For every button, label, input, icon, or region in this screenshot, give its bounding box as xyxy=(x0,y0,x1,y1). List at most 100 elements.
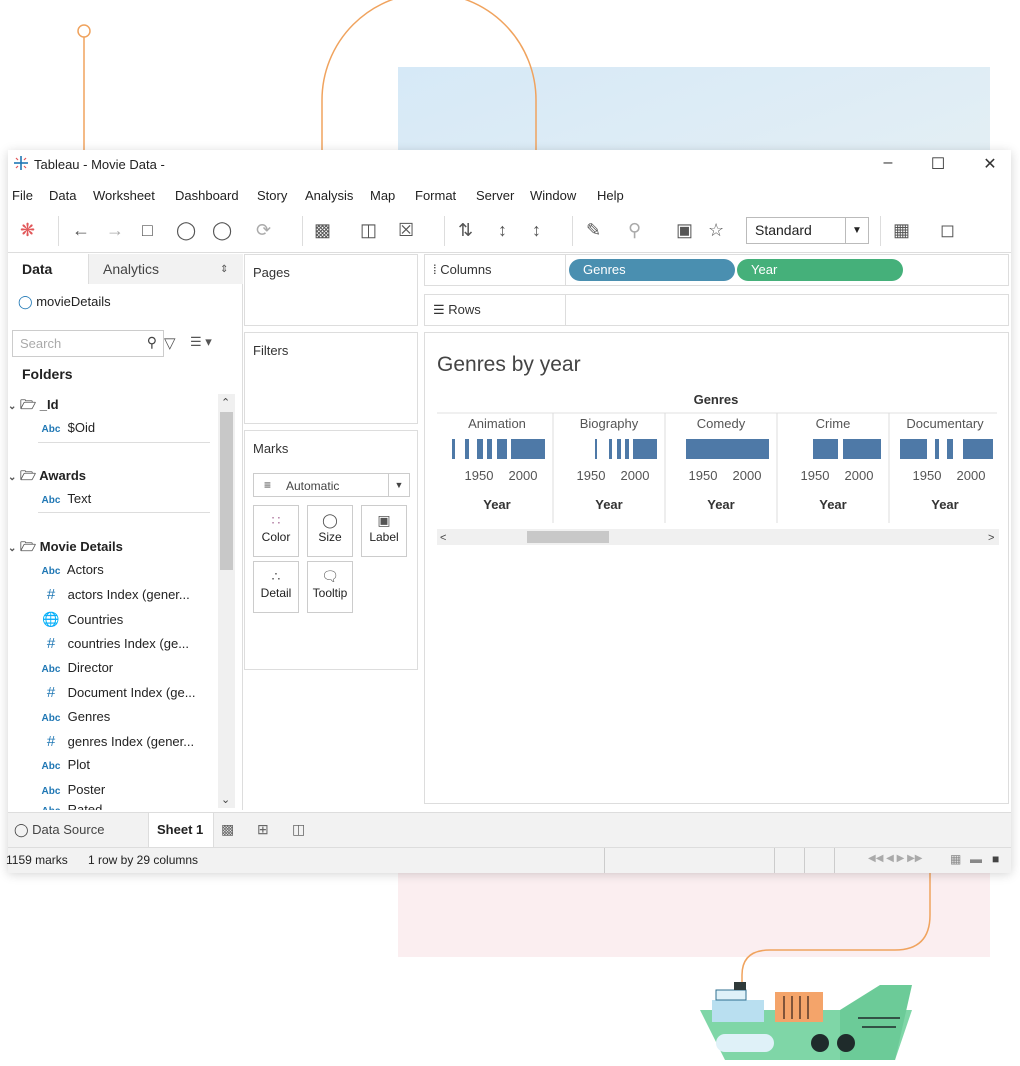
tableau-home-icon[interactable]: ❋ xyxy=(20,220,35,241)
field-countries[interactable]: 🌐 Countries xyxy=(38,611,123,628)
sheet-tab[interactable]: Sheet 1 xyxy=(148,813,214,847)
folders-heading: Folders xyxy=(22,366,73,382)
field-actors[interactable]: Abc Actors xyxy=(38,562,104,577)
view-options-icon[interactable]: ☰ ▾ xyxy=(190,334,212,350)
year-axis-label: Year xyxy=(819,497,846,512)
fit-dropdown-value: Standard xyxy=(755,222,812,238)
search-icon: ⚲ xyxy=(146,334,157,350)
filters-card[interactable]: Filters xyxy=(244,332,418,424)
pages-card[interactable]: Pages xyxy=(244,254,418,326)
pin-icon[interactable]: ☆ xyxy=(708,220,724,241)
rows-shelf-label: ☰ Rows xyxy=(433,302,481,318)
year-axis-label: Year xyxy=(595,497,622,512)
mark-type-dropdown[interactable]: ≡ Automatic ▼ xyxy=(253,473,410,497)
field-genres[interactable]: Abc Genres xyxy=(38,709,111,724)
grid-view-icon[interactable]: ▦ xyxy=(950,852,961,866)
axis-tick-label: 2000 xyxy=(621,468,650,483)
save-icon[interactable]: □ xyxy=(142,220,153,241)
show-labels-icon[interactable]: ▣ xyxy=(676,220,693,241)
sort-menu-icon[interactable]: ⇕ xyxy=(220,264,228,275)
scroll-down-icon[interactable]: ⌄ xyxy=(221,793,230,806)
field-poster[interactable]: Abc Poster xyxy=(38,782,106,797)
tabs-view-icon[interactable]: ■ xyxy=(992,852,999,866)
filmstrip-view-icon[interactable]: ▬ xyxy=(970,852,982,866)
new-data-source-icon[interactable]: ◯ xyxy=(176,220,196,241)
year-bar xyxy=(452,439,455,459)
size-button[interactable]: ◯ Size xyxy=(307,505,353,557)
year-bar xyxy=(477,439,483,459)
menu-help[interactable]: Help xyxy=(597,188,624,203)
year-bar xyxy=(511,439,545,459)
folder-awards[interactable]: ⌄ 🗁 Awards xyxy=(8,467,86,489)
field-genres-index[interactable]: # genres Index (gener... xyxy=(38,733,194,750)
new-worksheet-icon[interactable]: ▩ xyxy=(221,821,234,838)
clear-sheet-icon[interactable]: ☒ xyxy=(398,220,414,241)
genre-column-label: Biography xyxy=(580,416,639,431)
menu-data[interactable]: Data xyxy=(49,188,76,203)
maximize-icon[interactable]: ☐ xyxy=(923,154,953,174)
scrollbar-thumb[interactable] xyxy=(220,412,233,570)
genres-by-year-chart[interactable]: Genres Animation 1950 2000 Year Biography 1950… xyxy=(425,383,1008,583)
sort-ascending-icon[interactable]: ↕ xyxy=(498,220,507,241)
menu-window[interactable]: Window xyxy=(530,188,576,203)
field-text[interactable]: Abc Text xyxy=(38,491,92,506)
label-button[interactable]: ▣ Label xyxy=(361,505,407,557)
close-icon[interactable]: ✕ xyxy=(975,154,1005,174)
field-countries-index[interactable]: # countries Index (ge... xyxy=(38,635,189,652)
field-plot[interactable]: Abc Plot xyxy=(38,757,90,772)
new-worksheet-icon[interactable]: ▩ xyxy=(314,220,331,241)
forward-icon[interactable]: → xyxy=(106,220,124,241)
axis-tick-label: 1950 xyxy=(465,468,494,483)
sort-descending-icon[interactable]: ↕ xyxy=(532,220,541,241)
highlight-icon[interactable]: ✎ xyxy=(586,220,601,241)
data-pane-scrollbar[interactable]: ⌃ ⌄ xyxy=(218,394,235,808)
field-director[interactable]: Abc Director xyxy=(38,660,114,675)
color-button[interactable]: ∷ Color xyxy=(253,505,299,557)
presentation-mode-icon[interactable]: ◻ xyxy=(940,220,955,241)
show-me-icon[interactable]: ▦ xyxy=(893,220,910,241)
toolbar: ❋ ← → □ ◯ ◯ ⟳ ▩ ◫ ☒ ⇅ ↕ ↕ ✎ ⚲ ▣ ☆ Standa… xyxy=(8,210,1011,253)
menu-server[interactable]: Server xyxy=(476,188,514,203)
minimize-icon[interactable]: – xyxy=(873,154,903,172)
axis-tick-label: 1950 xyxy=(913,468,942,483)
sheet-navigation-icon[interactable]: ◀◀ ◀ ▶ ▶▶ xyxy=(868,853,922,864)
tab-data[interactable]: Data xyxy=(22,261,52,277)
scroll-up-icon[interactable]: ⌃ xyxy=(221,396,230,409)
field-rated[interactable]: Abc Rated xyxy=(38,802,103,810)
field-document-index[interactable]: # Document Index (ge... xyxy=(38,684,196,701)
fit-dropdown[interactable]: Standard ▼ xyxy=(746,217,869,244)
filter-icon[interactable]: ▽ xyxy=(164,334,176,352)
data-source-item[interactable]: ◯ movieDetails xyxy=(18,294,111,310)
mark-type-icon: ≡ xyxy=(264,478,272,492)
menu-story[interactable]: Story xyxy=(257,188,287,203)
menu-format[interactable]: Format xyxy=(415,188,456,203)
size-label: Size xyxy=(318,530,342,544)
globe-icon: 🌐 xyxy=(42,611,60,627)
folder-id[interactable]: ⌄ 🗁 _Id xyxy=(8,396,59,418)
group-members-icon[interactable]: ⚲ xyxy=(628,220,641,241)
folder-movie-details[interactable]: ⌄ 🗁 Movie Details xyxy=(8,538,123,560)
menu-file[interactable]: File xyxy=(12,188,33,203)
field-oid[interactable]: Abc $Oid xyxy=(38,420,96,435)
back-icon[interactable]: ← xyxy=(72,220,90,241)
field-actors-index[interactable]: # actors Index (gener... xyxy=(38,586,190,603)
refresh-icon[interactable]: ⟳ xyxy=(256,220,271,241)
tooltip-button[interactable]: 🗨 Tooltip xyxy=(307,561,353,613)
new-dashboard-icon[interactable]: ⊞ xyxy=(257,821,269,838)
menu-analysis[interactable]: Analysis xyxy=(305,188,353,203)
search-input[interactable]: Search ⚲ xyxy=(12,330,164,357)
pause-updates-icon[interactable]: ◯ xyxy=(212,220,232,241)
duplicate-sheet-icon[interactable]: ◫ xyxy=(360,220,377,241)
genres-pill[interactable]: Genres xyxy=(569,259,735,281)
tab-analytics[interactable]: Analytics xyxy=(103,261,159,277)
detail-button[interactable]: ∴ Detail xyxy=(253,561,299,613)
new-story-icon[interactable]: ◫ xyxy=(292,821,305,838)
year-pill[interactable]: Year xyxy=(737,259,903,281)
data-source-tab[interactable]: ◯ Data Source xyxy=(14,822,104,838)
menu-dashboard[interactable]: Dashboard xyxy=(175,188,239,203)
menu-worksheet[interactable]: Worksheet xyxy=(93,188,155,203)
columns-shelf[interactable]: ⁞ Columns Genres Year xyxy=(424,254,1009,286)
menu-map[interactable]: Map xyxy=(370,188,395,203)
rows-shelf[interactable]: ☰ Rows xyxy=(424,294,1009,326)
swap-rows-columns-icon[interactable]: ⇅ xyxy=(458,220,473,241)
